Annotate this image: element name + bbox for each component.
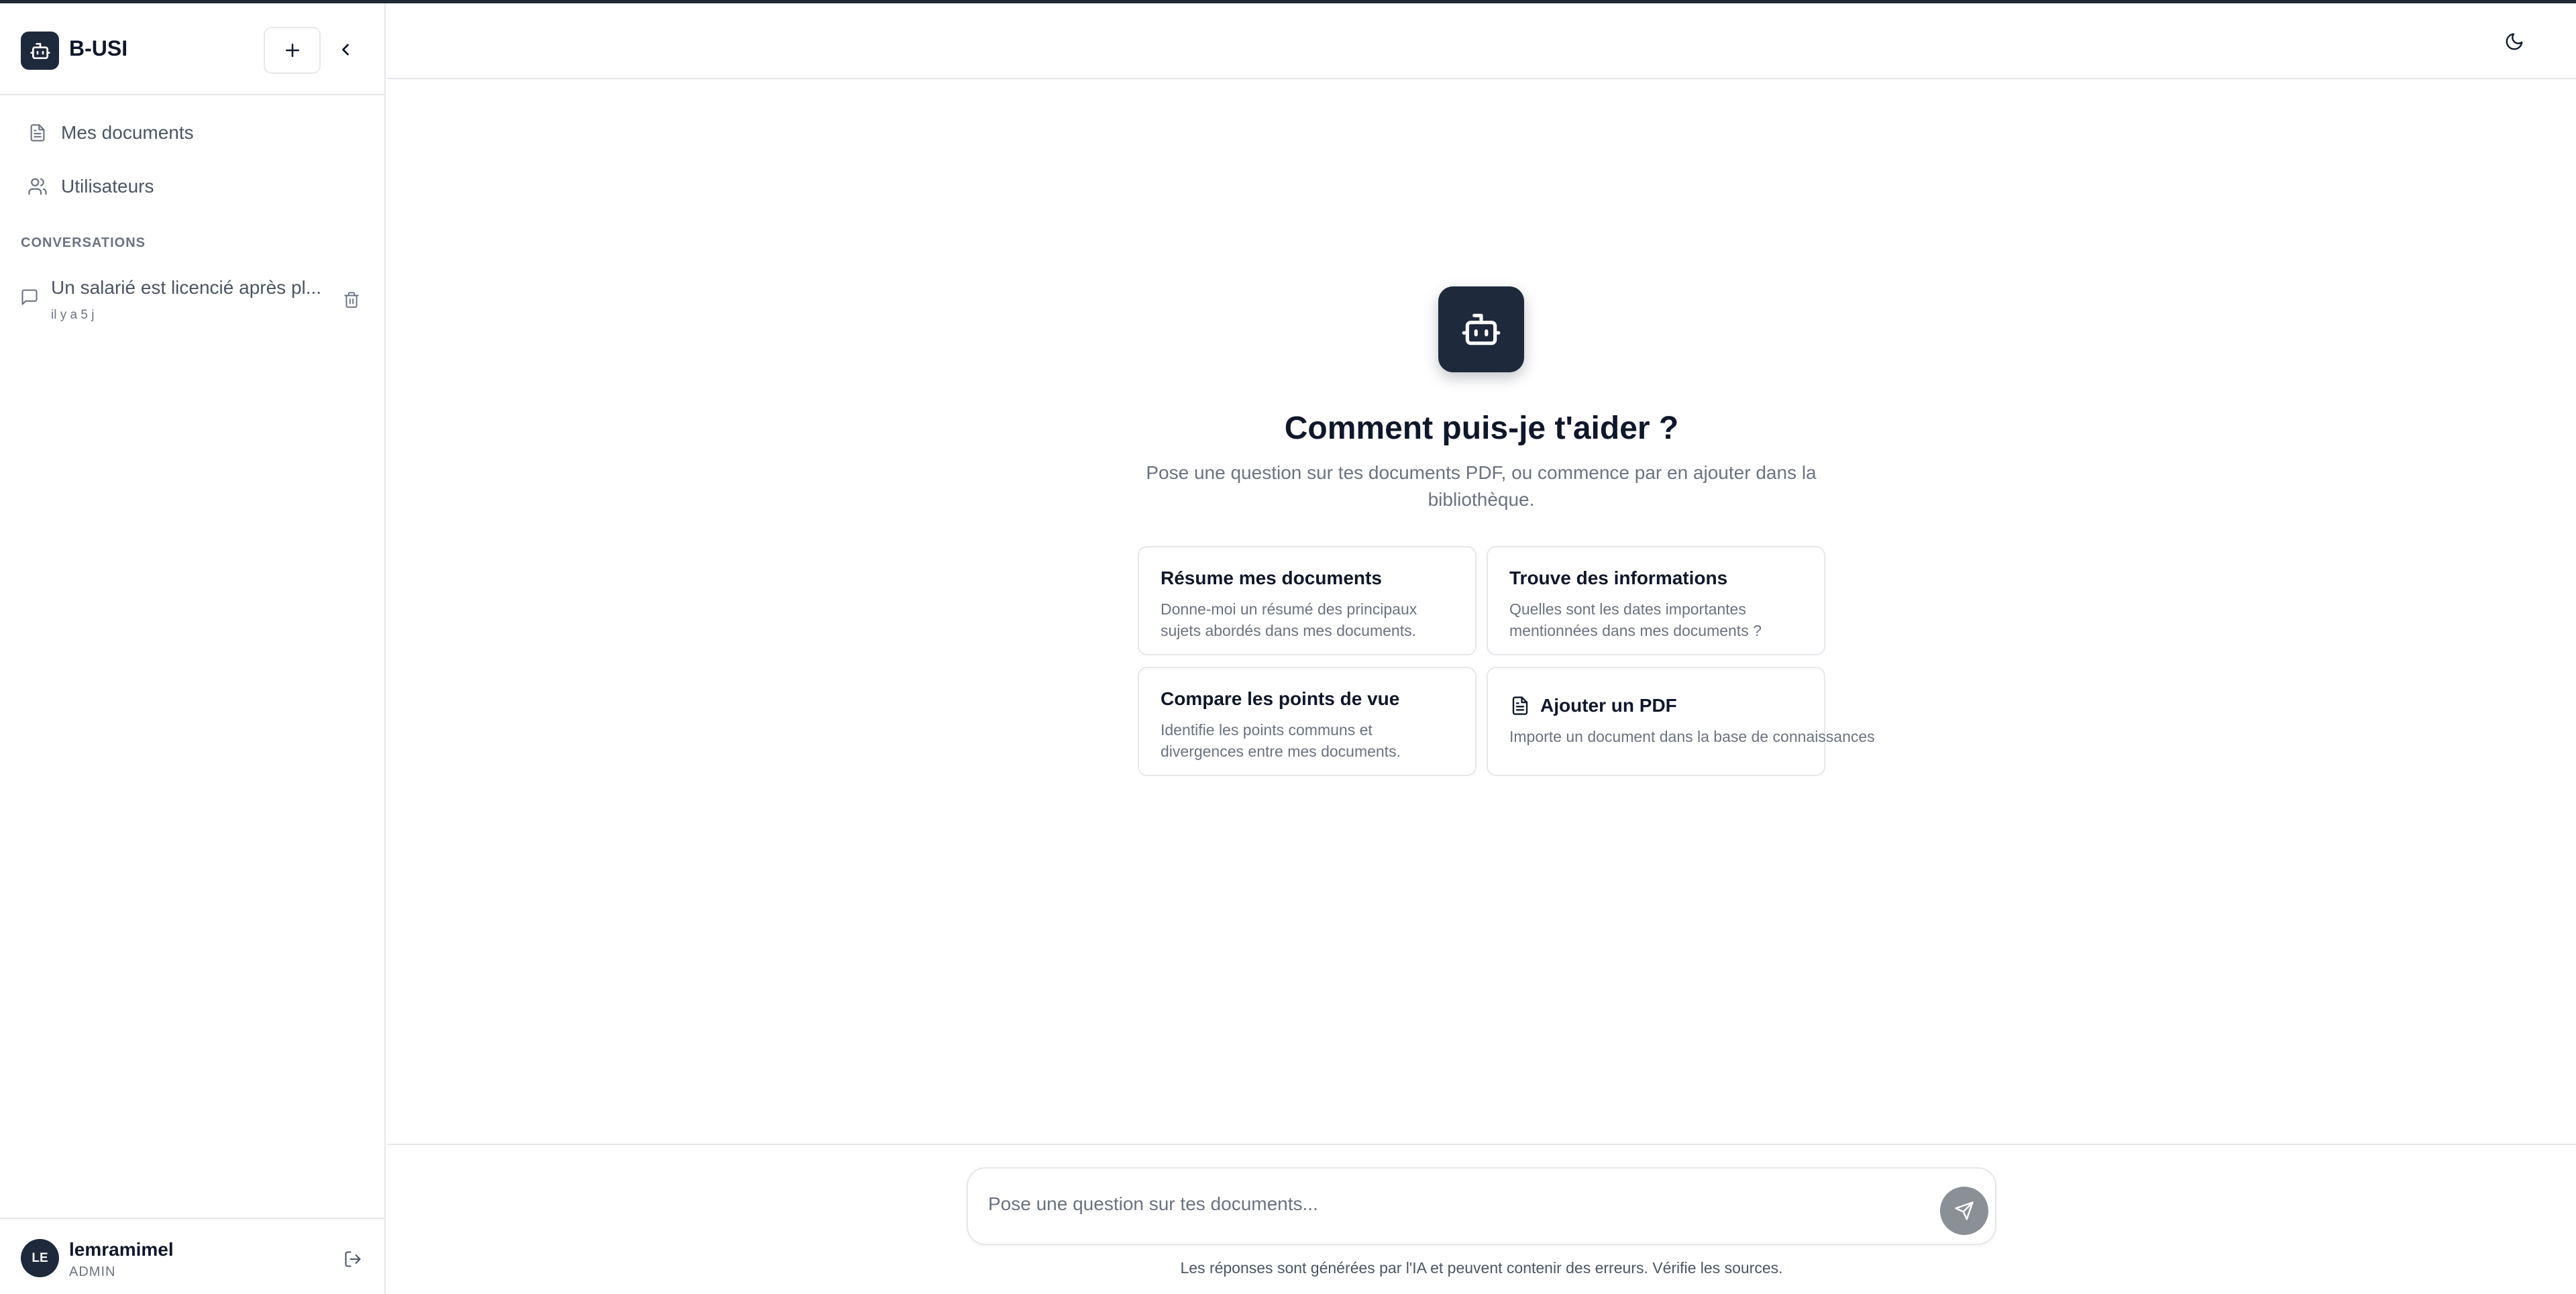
brand-name: B-USI: [69, 36, 128, 60]
composer-divider: [387, 1144, 2576, 1145]
topbar: [387, 3, 2576, 79]
suggestion-card-compare[interactable]: Compare les points de vue Identifie les …: [1138, 667, 1477, 776]
user-profile: LE lemramimel ADMIN: [0, 1218, 384, 1294]
chat-input[interactable]: [988, 1187, 1914, 1221]
page-title: Comment puis-je t'aider ?: [1284, 411, 1679, 446]
bot-icon: [21, 32, 59, 70]
ai-disclaimer: Les réponses sont générées par l'IA et p…: [1180, 1259, 1783, 1277]
suggestion-title: Trouve des informations: [1509, 568, 1728, 588]
main-content: Comment puis-je t'aider ? Pose une quest…: [387, 3, 2576, 1294]
plus-icon: [285, 44, 299, 57]
app-window: B-USI Mes documents Utilisateurs CONVERS…: [0, 0, 2576, 1294]
nav-item-label: Utilisateurs: [61, 176, 154, 197]
send-icon: [1955, 1201, 1974, 1220]
chat-composer: [967, 1167, 1996, 1245]
moon-icon: [2506, 33, 2523, 50]
nav-item-label: Mes documents: [61, 122, 194, 143]
suggestion-title: Résume mes documents: [1161, 568, 1382, 588]
nav-item-utilisateurs[interactable]: Utilisateurs: [25, 170, 154, 203]
conversation-title: Un salarié est licencié après pl...: [51, 277, 322, 298]
theme-toggle-button[interactable]: [2500, 28, 2528, 56]
chevron-left-icon: [342, 44, 349, 56]
bot-icon: [1438, 286, 1524, 372]
users-icon: [25, 174, 50, 199]
suggestion-card-resume[interactable]: Résume mes documents Donne-moi un résumé…: [1138, 546, 1477, 655]
trash-icon: [344, 292, 359, 308]
suggestion-title: Ajouter un PDF: [1540, 695, 1677, 716]
nav-item-mes-documents[interactable]: Mes documents: [25, 116, 194, 150]
sidebar: B-USI Mes documents Utilisateurs CONVERS…: [0, 3, 386, 1294]
sidebar-header: B-USI: [0, 3, 384, 95]
new-chat-button[interactable]: [264, 27, 321, 74]
conversation-time: il y a 5 j: [51, 308, 95, 322]
conversation-item[interactable]: Un salarié est licencié après pl... il y…: [16, 272, 372, 331]
user-role: ADMIN: [69, 1264, 116, 1279]
send-button[interactable]: [1940, 1187, 1988, 1235]
suggestion-description: Donne-moi un résumé des principaux sujet…: [1161, 600, 1417, 639]
page-subtitle: Pose une question sur tes documents PDF,…: [1146, 462, 1817, 510]
avatar[interactable]: LE: [21, 1239, 59, 1277]
suggestion-card-trouve[interactable]: Trouve des informations Quelles sont les…: [1487, 546, 1825, 655]
file-text-icon: [25, 121, 50, 145]
suggestion-description: Identifie les points communs et divergen…: [1161, 721, 1401, 760]
user-name: lemramimel: [69, 1239, 174, 1260]
suggestion-title: Compare les points de vue: [1161, 688, 1400, 709]
log-out-icon: [345, 1251, 361, 1267]
suggestion-description: Importe un document dans la base de conn…: [1509, 728, 1875, 745]
suggestion-title-row: Ajouter un PDF: [1509, 695, 1803, 716]
suggestion-description: Quelles sont les dates importantes menti…: [1509, 600, 1762, 639]
file-text-icon: [1509, 695, 1531, 716]
message-square-icon: [20, 288, 43, 311]
conversations-section-label: CONVERSATIONS: [21, 235, 146, 250]
logout-button[interactable]: [339, 1246, 366, 1273]
delete-conversation-button[interactable]: [339, 288, 364, 312]
add-pdf-card[interactable]: Ajouter un PDF Importe un document dans …: [1487, 667, 1875, 776]
collapse-sidebar-button[interactable]: [331, 36, 360, 64]
